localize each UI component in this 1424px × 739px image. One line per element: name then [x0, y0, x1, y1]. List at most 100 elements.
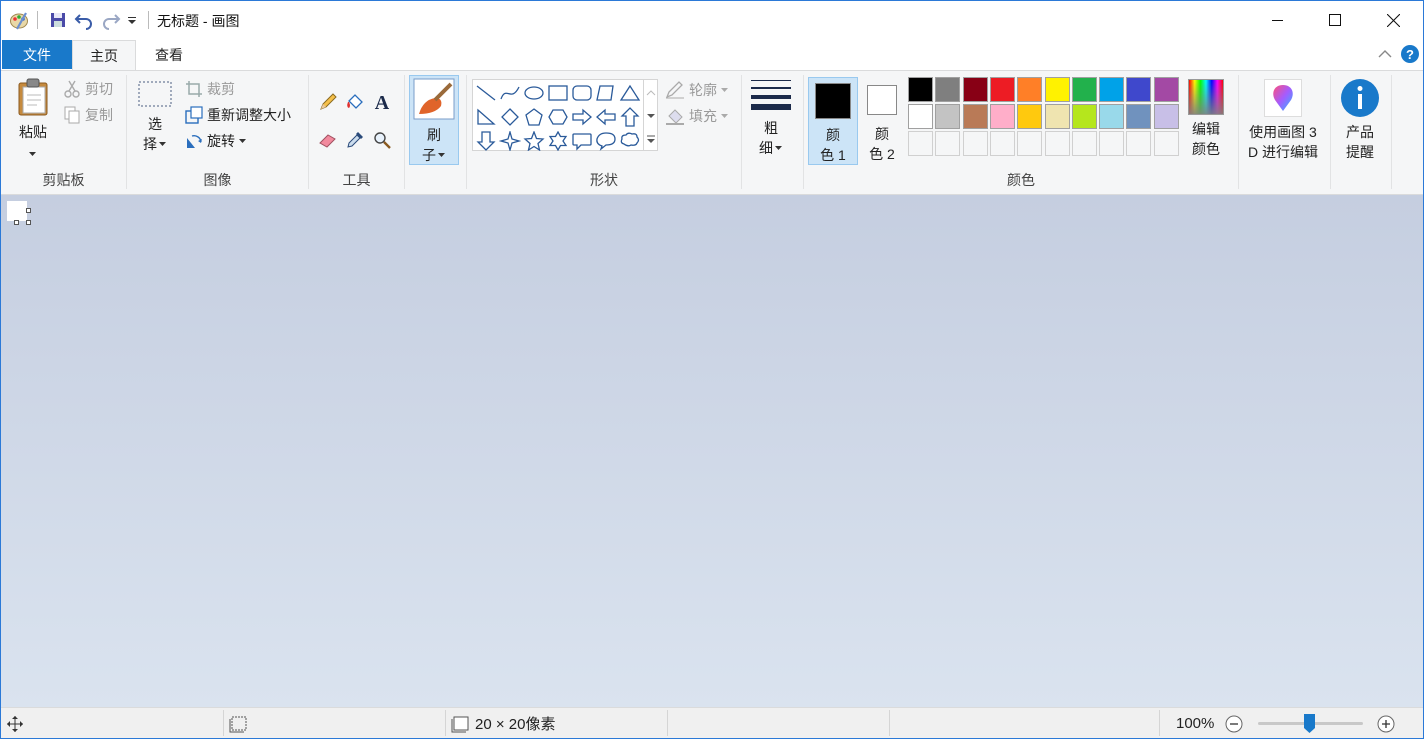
minimize-button[interactable]	[1249, 1, 1307, 39]
tab-view[interactable]: 查看	[137, 40, 201, 70]
paste-button[interactable]: 粘贴	[9, 77, 57, 163]
tab-home[interactable]: 主页	[72, 40, 136, 70]
product-alert-label-2: 提醒	[1346, 144, 1374, 160]
shape-rectangle-icon[interactable]	[546, 81, 570, 105]
redo-icon[interactable]	[101, 10, 121, 30]
shape-four-point-star-icon[interactable]	[498, 129, 522, 153]
shape-oval-icon[interactable]	[522, 81, 546, 105]
edit-colors-button[interactable]: 编辑 颜色	[1183, 77, 1229, 167]
shape-five-point-star-icon[interactable]	[522, 129, 546, 153]
palette-color-swatch[interactable]	[935, 77, 961, 102]
palette-custom-slot[interactable]	[989, 131, 1015, 156]
shape-curve-icon[interactable]	[498, 81, 522, 105]
help-icon[interactable]: ?	[1400, 44, 1420, 64]
palette-color-swatch[interactable]	[989, 77, 1015, 102]
copy-button[interactable]: 复制	[63, 104, 113, 126]
crop-button[interactable]: 裁剪	[185, 78, 235, 100]
shape-triangle-icon[interactable]	[618, 81, 642, 105]
palette-custom-slot[interactable]	[935, 131, 961, 156]
edit-with-paint3d-button[interactable]: 使用画图 3 D 进行编辑	[1242, 77, 1324, 167]
shape-polygon-icon[interactable]	[594, 81, 618, 105]
shape-rounded-callout-icon[interactable]	[570, 129, 594, 153]
zoom-slider-thumb[interactable]	[1303, 713, 1316, 734]
shape-right-triangle-icon[interactable]	[474, 105, 498, 129]
brushes-button[interactable]: 刷 子	[409, 75, 459, 165]
palette-custom-slot[interactable]	[1017, 131, 1043, 156]
shape-rounded-rectangle-icon[interactable]	[570, 81, 594, 105]
color2-button[interactable]: 颜 色 2	[858, 77, 906, 165]
shape-left-arrow-icon[interactable]	[594, 105, 618, 129]
palette-custom-slot[interactable]	[1099, 131, 1125, 156]
outline-button[interactable]: 轮廓	[665, 79, 729, 101]
palette-custom-slot[interactable]	[908, 131, 933, 156]
product-alert-button[interactable]: 产品 提醒	[1335, 77, 1385, 167]
palette-custom-slot[interactable]	[1126, 131, 1152, 156]
palette-color-swatch[interactable]	[989, 104, 1015, 129]
palette-custom-slot[interactable]	[1071, 131, 1097, 156]
palette-custom-slot[interactable]	[1044, 131, 1070, 156]
fill-button[interactable]: 填充	[665, 105, 729, 127]
palette-color-swatch[interactable]	[1044, 104, 1070, 129]
palette-color-swatch[interactable]	[1153, 77, 1179, 102]
palette-custom-slot[interactable]	[962, 131, 988, 156]
pencil-icon[interactable]	[317, 91, 339, 113]
maximize-button[interactable]	[1306, 1, 1364, 39]
cursor-position	[6, 708, 24, 739]
cut-button[interactable]: 剪切	[63, 78, 113, 100]
resize-button[interactable]: 重新调整大小	[185, 104, 291, 126]
shape-pentagon-icon[interactable]	[522, 105, 546, 129]
resize-handle-bottom[interactable]	[14, 220, 19, 225]
palette-color-swatch[interactable]	[935, 104, 961, 129]
palette-color-swatch[interactable]	[1071, 77, 1097, 102]
resize-handle-corner[interactable]	[26, 220, 31, 225]
palette-color-swatch[interactable]	[1153, 104, 1179, 129]
palette-color-swatch[interactable]	[908, 104, 933, 129]
palette-color-swatch[interactable]	[962, 77, 988, 102]
zoom-in-button[interactable]	[1377, 708, 1395, 739]
shape-up-arrow-icon[interactable]	[618, 105, 642, 129]
palette-custom-slot[interactable]	[1153, 131, 1179, 156]
paint-app-icon[interactable]	[9, 10, 29, 30]
collapse-ribbon-icon[interactable]	[1375, 44, 1395, 64]
resize-handle-right[interactable]	[26, 208, 31, 213]
palette-color-swatch[interactable]	[1126, 77, 1152, 102]
shape-line-icon[interactable]	[474, 81, 498, 105]
copy-icon	[64, 106, 80, 124]
tab-file[interactable]: 文件	[2, 40, 72, 69]
palette-color-swatch[interactable]	[1044, 77, 1070, 102]
save-icon[interactable]	[48, 10, 68, 30]
eraser-icon[interactable]	[317, 129, 339, 151]
close-button[interactable]	[1364, 1, 1422, 39]
shape-diamond-icon[interactable]	[498, 105, 522, 129]
size-button[interactable]: 粗 细	[748, 77, 794, 167]
select-label-1: 选	[148, 116, 162, 132]
color-picker-icon[interactable]	[344, 129, 366, 151]
magnifier-icon[interactable]	[371, 129, 393, 151]
palette-color-swatch[interactable]	[962, 104, 988, 129]
shape-oval-callout-icon[interactable]	[594, 129, 618, 153]
shape-down-arrow-icon[interactable]	[474, 129, 498, 153]
palette-color-swatch[interactable]	[1017, 104, 1043, 129]
palette-color-swatch[interactable]	[1099, 104, 1125, 129]
shape-right-arrow-icon[interactable]	[570, 105, 594, 129]
palette-color-swatch[interactable]	[1017, 77, 1043, 102]
canvas-workspace[interactable]	[1, 195, 1423, 707]
rotate-button[interactable]: 旋转	[185, 130, 247, 152]
text-icon[interactable]: A	[371, 91, 393, 113]
tools-group: A 工具	[309, 71, 404, 194]
shape-cloud-callout-icon[interactable]	[618, 129, 642, 153]
customize-qat-icon[interactable]	[125, 10, 145, 30]
palette-color-swatch[interactable]	[1126, 104, 1152, 129]
select-button[interactable]: 选 择	[133, 79, 177, 165]
shape-six-point-star-icon[interactable]	[546, 129, 570, 153]
palette-color-swatch[interactable]	[1071, 104, 1097, 129]
drawing-canvas[interactable]	[7, 201, 27, 221]
undo-icon[interactable]	[74, 10, 94, 30]
palette-color-swatch[interactable]	[1099, 77, 1125, 102]
fill-bucket-icon[interactable]	[344, 91, 366, 113]
color1-button[interactable]: 颜 色 1	[808, 77, 858, 165]
shapes-scrollbar[interactable]	[644, 79, 658, 151]
shape-hexagon-icon[interactable]	[546, 105, 570, 129]
palette-color-swatch[interactable]	[908, 77, 933, 102]
zoom-out-button[interactable]	[1225, 708, 1243, 739]
